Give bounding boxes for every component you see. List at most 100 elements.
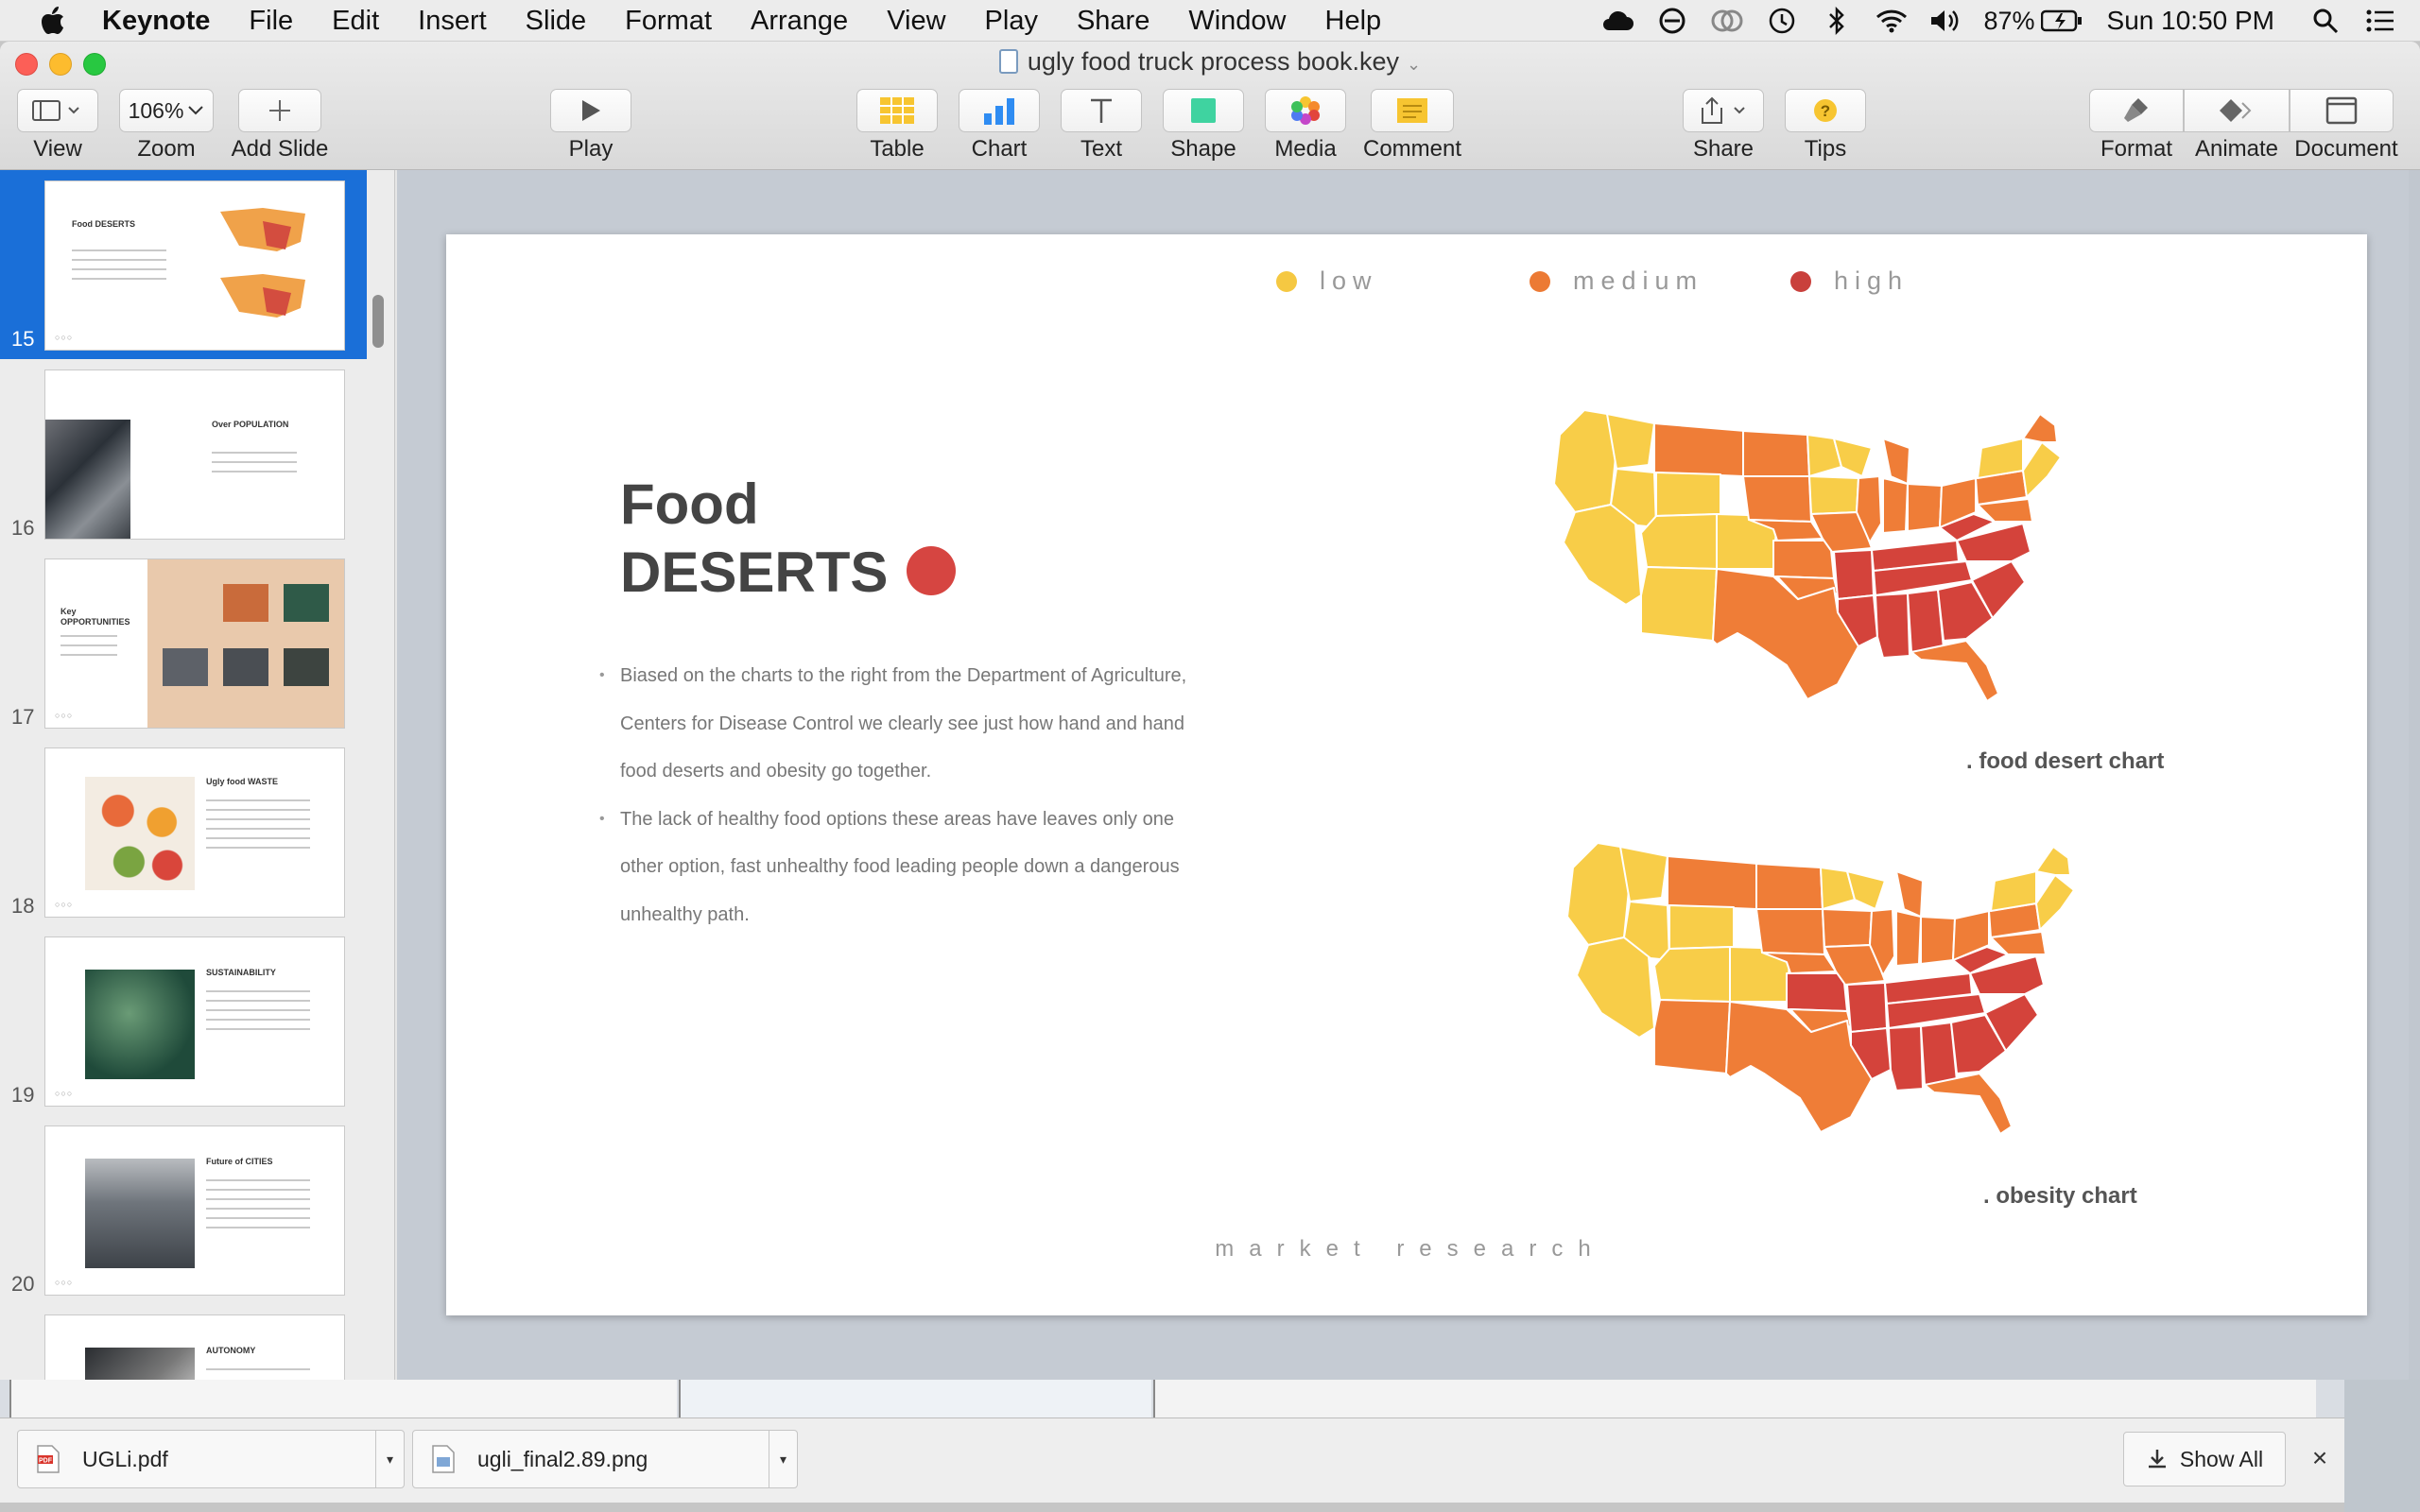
download-arrow-icon (2148, 1450, 2166, 1469)
title-chevron-icon: ⌄ (1407, 55, 1422, 74)
slide-number: 20 (11, 1272, 35, 1296)
background-document-1 (9, 1380, 677, 1418)
download-item-png[interactable]: ugli_final2.89.png ▾ (412, 1430, 798, 1488)
tips-button[interactable]: ? (1785, 89, 1866, 132)
pdf-icon: PDF (35, 1443, 61, 1475)
slide-number: 15 (11, 327, 35, 351)
thumb-dots: ○○○ (55, 1278, 74, 1287)
format-brush-icon (2124, 98, 2148, 122)
menu-format[interactable]: Format (625, 0, 712, 42)
wifi-icon[interactable] (1875, 4, 1909, 38)
chart-button[interactable] (959, 89, 1040, 132)
view-button[interactable] (17, 89, 98, 132)
menu-keynote[interactable]: Keynote (102, 0, 210, 42)
animate-diamond-icon (2220, 99, 2252, 122)
slide-footer: market research (1215, 1236, 1606, 1262)
autonomy-photo (85, 1348, 195, 1380)
download-item-pdf[interactable]: PDF UGLi.pdf ▾ (17, 1430, 405, 1488)
tips-icon: ? (1814, 99, 1837, 122)
zoom-dropdown[interactable]: 106% (119, 89, 214, 132)
text-button[interactable] (1061, 89, 1142, 132)
table-label: Table (870, 136, 925, 162)
legend-low: low (1276, 266, 1378, 296)
animate-button[interactable] (2184, 89, 2290, 132)
shape-icon (1191, 98, 1216, 123)
slide-title-line1: Food (620, 472, 759, 536)
legend-label-high: high (1834, 266, 1910, 295)
slide-thumbnail-16[interactable]: Over POPULATION 16 (0, 359, 367, 548)
comment-icon (1397, 98, 1427, 123)
slide-thumbnail-19[interactable]: SUSTAINABILITY ○○○ 19 (0, 926, 367, 1115)
menu-slide[interactable]: Slide (526, 0, 587, 42)
chart-label: Chart (971, 136, 1028, 162)
creative-cloud-icon[interactable] (1600, 4, 1634, 38)
svg-text:?: ? (1821, 102, 1830, 120)
share-button[interactable] (1683, 89, 1764, 132)
menu-window[interactable]: Window (1188, 0, 1286, 42)
time-machine-icon[interactable] (1765, 4, 1799, 38)
title-red-dot (907, 546, 957, 595)
play-button[interactable] (550, 89, 631, 132)
adobe-cc-icon[interactable] (1710, 4, 1744, 38)
slide-thumbnail-17[interactable]: Key OPPORTUNITIES ○○○ 17 (0, 548, 367, 737)
slide-15[interactable]: low medium high Food DESERTS Biased on t… (446, 234, 2367, 1315)
slide-preview: Key OPPORTUNITIES ○○○ (45, 559, 344, 728)
slide-thumb-title: Future of CITIES (206, 1157, 273, 1166)
media-button[interactable] (1265, 89, 1346, 132)
menu-arrange[interactable]: Arrange (751, 0, 848, 42)
document-button[interactable] (2290, 89, 2394, 132)
slide-thumb-title: Over POPULATION (212, 420, 289, 429)
spotlight-search-icon[interactable] (2308, 4, 2342, 38)
obesity-map[interactable] (1564, 843, 2093, 1164)
menu-view[interactable]: View (887, 0, 945, 42)
battery-charging-icon[interactable] (2040, 4, 2083, 38)
slide-canvas[interactable]: low medium high Food DESERTS Biased on t… (397, 170, 2420, 1380)
slide-thumbnail-21[interactable]: AUTONOMY (0, 1304, 367, 1380)
food-desert-map[interactable] (1550, 410, 2080, 731)
navigator-scrollbar[interactable] (372, 295, 384, 348)
table-button[interactable] (856, 89, 938, 132)
keynote-document-icon (998, 49, 1018, 74)
menubar-clock[interactable]: Sun 10:50 PM (2107, 6, 2274, 36)
show-all-downloads-button[interactable]: Show All (2123, 1432, 2286, 1486)
add-slide-button[interactable] (238, 89, 321, 132)
slide-number: 16 (11, 516, 35, 540)
food-desert-caption: . food desert chart (1966, 748, 2165, 774)
show-all-label: Show All (2179, 1446, 2264, 1471)
bluetooth-icon[interactable] (1820, 4, 1854, 38)
comment-button[interactable] (1371, 89, 1454, 132)
menu-play[interactable]: Play (985, 0, 1038, 42)
download-name: UGLi.pdf (82, 1446, 168, 1471)
text-label: Text (1080, 136, 1122, 162)
notification-center-icon[interactable] (2363, 4, 2397, 38)
download-options-arrow[interactable]: ▾ (769, 1431, 797, 1487)
thumb-dots: ○○○ (55, 1089, 74, 1098)
slide-thumbnail-15[interactable]: Food DESERTS ○○○ 15 (0, 170, 367, 359)
window-title[interactable]: ugly food truck process book.key ⌄ (0, 47, 2420, 77)
volume-icon[interactable] (1929, 4, 1963, 38)
menu-help[interactable]: Help (1325, 0, 1382, 42)
sync-status-icon[interactable] (1655, 4, 1689, 38)
slide-thumb-title: Food DESERTS (72, 219, 135, 229)
background-document-2 (679, 1380, 1151, 1418)
slide-navigator[interactable]: Food DESERTS ○○○ 15 Over POPULATION 16 K… (0, 170, 395, 1380)
slide-thumbnail-20[interactable]: Future of CITIES ○○○ 20 (0, 1115, 367, 1304)
legend-high: high (1790, 266, 1909, 296)
toolbar: ugly food truck process book.key ⌄ View 1… (0, 42, 2420, 170)
opportunities-panel (147, 559, 344, 728)
slide-thumbnail-18[interactable]: Ugly food WASTE ○○○ 18 (0, 737, 367, 926)
slide-body-text[interactable]: Biased on the charts to the right from t… (599, 652, 1206, 938)
download-options-arrow[interactable]: ▾ (375, 1431, 404, 1487)
slide-preview: Future of CITIES ○○○ (45, 1126, 344, 1295)
slide-title-line2: DESERTS (620, 541, 889, 604)
shape-button[interactable] (1163, 89, 1244, 132)
menu-edit[interactable]: Edit (332, 0, 379, 42)
menu-share[interactable]: Share (1077, 0, 1150, 42)
menu-insert[interactable]: Insert (418, 0, 487, 42)
apple-menu-icon[interactable] (36, 4, 70, 38)
menu-file[interactable]: File (249, 0, 293, 42)
slide-preview: AUTONOMY (45, 1315, 344, 1380)
slide-title[interactable]: Food DESERTS (620, 471, 957, 607)
format-button[interactable] (2089, 89, 2184, 132)
close-downloads-bar-icon[interactable]: × (2303, 1441, 2337, 1475)
